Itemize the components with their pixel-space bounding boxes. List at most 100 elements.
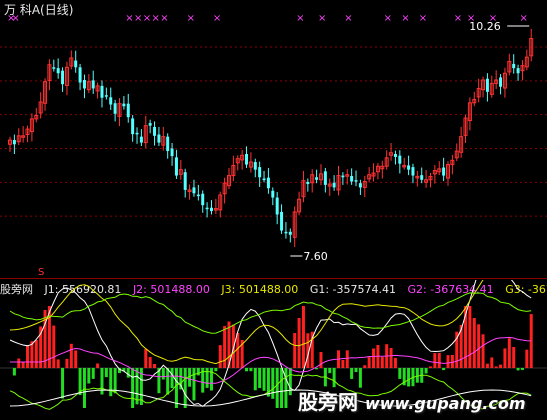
indicator-bar <box>91 368 95 379</box>
indicator-bar <box>205 368 209 388</box>
indicator-bar <box>153 364 157 368</box>
candle-body <box>91 80 95 89</box>
indicator-bar <box>209 368 213 391</box>
indicator-bar <box>332 368 336 388</box>
indicator-bar <box>249 368 253 372</box>
indicator-bar <box>499 364 503 368</box>
indicator-bar <box>144 349 148 368</box>
indicator-bar <box>52 325 56 368</box>
candle-body <box>183 172 187 190</box>
candle-body <box>407 165 411 170</box>
indicator-bar <box>113 368 117 394</box>
indicator-bar <box>328 368 332 374</box>
candle-body <box>284 231 288 234</box>
candlestick-chart[interactable]: 10.267.60×× × × × × × × × × × × × × × × × × ×S <box>0 0 547 278</box>
candle-body <box>157 134 161 143</box>
indicator-bar <box>34 340 38 368</box>
indicator-bar <box>135 368 139 405</box>
indicator-bar <box>398 368 402 379</box>
indicator-bar <box>280 368 284 408</box>
candle-body <box>139 136 143 143</box>
indicator-bar <box>389 348 393 368</box>
indicator-bar <box>380 357 384 368</box>
candle-body <box>350 175 354 182</box>
watermark-cn: 股旁网 <box>298 390 358 414</box>
indicator-bar <box>74 350 78 368</box>
candle-body <box>100 85 104 98</box>
indicator-bar <box>393 357 397 368</box>
candle-body <box>205 207 209 210</box>
candle-body <box>56 68 60 74</box>
signal-mark: × <box>11 13 19 24</box>
candle-body <box>126 103 130 118</box>
signal-mark: × <box>152 13 160 24</box>
indicator-bar <box>354 368 358 372</box>
candle-body <box>166 136 170 152</box>
indicator-bar <box>69 343 73 368</box>
low-price-label: 7.60 <box>303 250 328 263</box>
candle-body <box>442 167 446 176</box>
indicator-bar <box>485 363 489 368</box>
candle-body <box>61 70 65 85</box>
candle-body <box>354 180 358 182</box>
indicator-bar <box>21 362 25 368</box>
candle-body <box>196 194 200 197</box>
indicator-bar <box>494 366 498 368</box>
indicator-line-j3 <box>9 280 484 365</box>
indicator-bar <box>424 368 428 374</box>
candle-body <box>332 182 336 188</box>
indicator-bar <box>126 368 130 378</box>
indicator-bar <box>174 368 178 408</box>
candle-body <box>262 178 266 181</box>
indicator-bar <box>253 368 257 391</box>
candle-body <box>253 162 257 170</box>
candle-body <box>209 207 213 212</box>
signal-mark: × <box>160 13 168 24</box>
candle-body <box>306 181 310 185</box>
indicator-bar <box>428 366 432 368</box>
candle-body <box>148 123 152 126</box>
candle-body <box>280 211 284 231</box>
candle-body <box>174 157 178 176</box>
candle-body <box>315 177 319 180</box>
signal-mark: × <box>134 13 142 24</box>
indicator-bar <box>446 355 450 368</box>
candle-body <box>52 67 56 69</box>
signal-mark: × <box>296 13 304 24</box>
indicator-bar <box>503 348 507 368</box>
candle-body <box>393 153 397 157</box>
indicator-bar <box>109 368 113 397</box>
candle-body <box>131 118 135 135</box>
indicator-bar <box>275 368 279 408</box>
indicator-bar <box>407 368 411 387</box>
indicator-bar <box>372 348 376 368</box>
candle-body <box>153 126 157 136</box>
indicator-bar <box>512 347 516 368</box>
indicator-bar <box>284 368 288 408</box>
candle-body <box>201 193 205 206</box>
indicator-bar <box>415 368 419 383</box>
indicator-bar <box>301 306 305 368</box>
indicator-bar <box>192 368 196 401</box>
indicator-bar <box>442 368 446 371</box>
candle-body <box>170 148 174 157</box>
indicator-bar <box>262 368 266 391</box>
candle-body <box>420 175 424 180</box>
candle-body <box>275 197 279 215</box>
candle-body <box>288 231 292 235</box>
signal-mark: × <box>213 13 221 24</box>
indicator-bar <box>82 368 86 408</box>
candle-body <box>135 132 139 135</box>
candle-body <box>516 68 520 74</box>
watermark: 股旁网 www.gupang.com <box>298 386 526 415</box>
candle-body <box>358 183 362 188</box>
candle-body <box>323 171 327 185</box>
candle-body <box>341 175 345 178</box>
indicator-bar <box>236 332 240 368</box>
candle-body <box>485 78 489 92</box>
indicator-bar <box>161 368 165 380</box>
indicator-bar <box>516 368 520 371</box>
signal-mark: × <box>125 13 133 24</box>
indicator-bar <box>96 363 100 368</box>
indicator-line-g3 <box>9 292 532 334</box>
